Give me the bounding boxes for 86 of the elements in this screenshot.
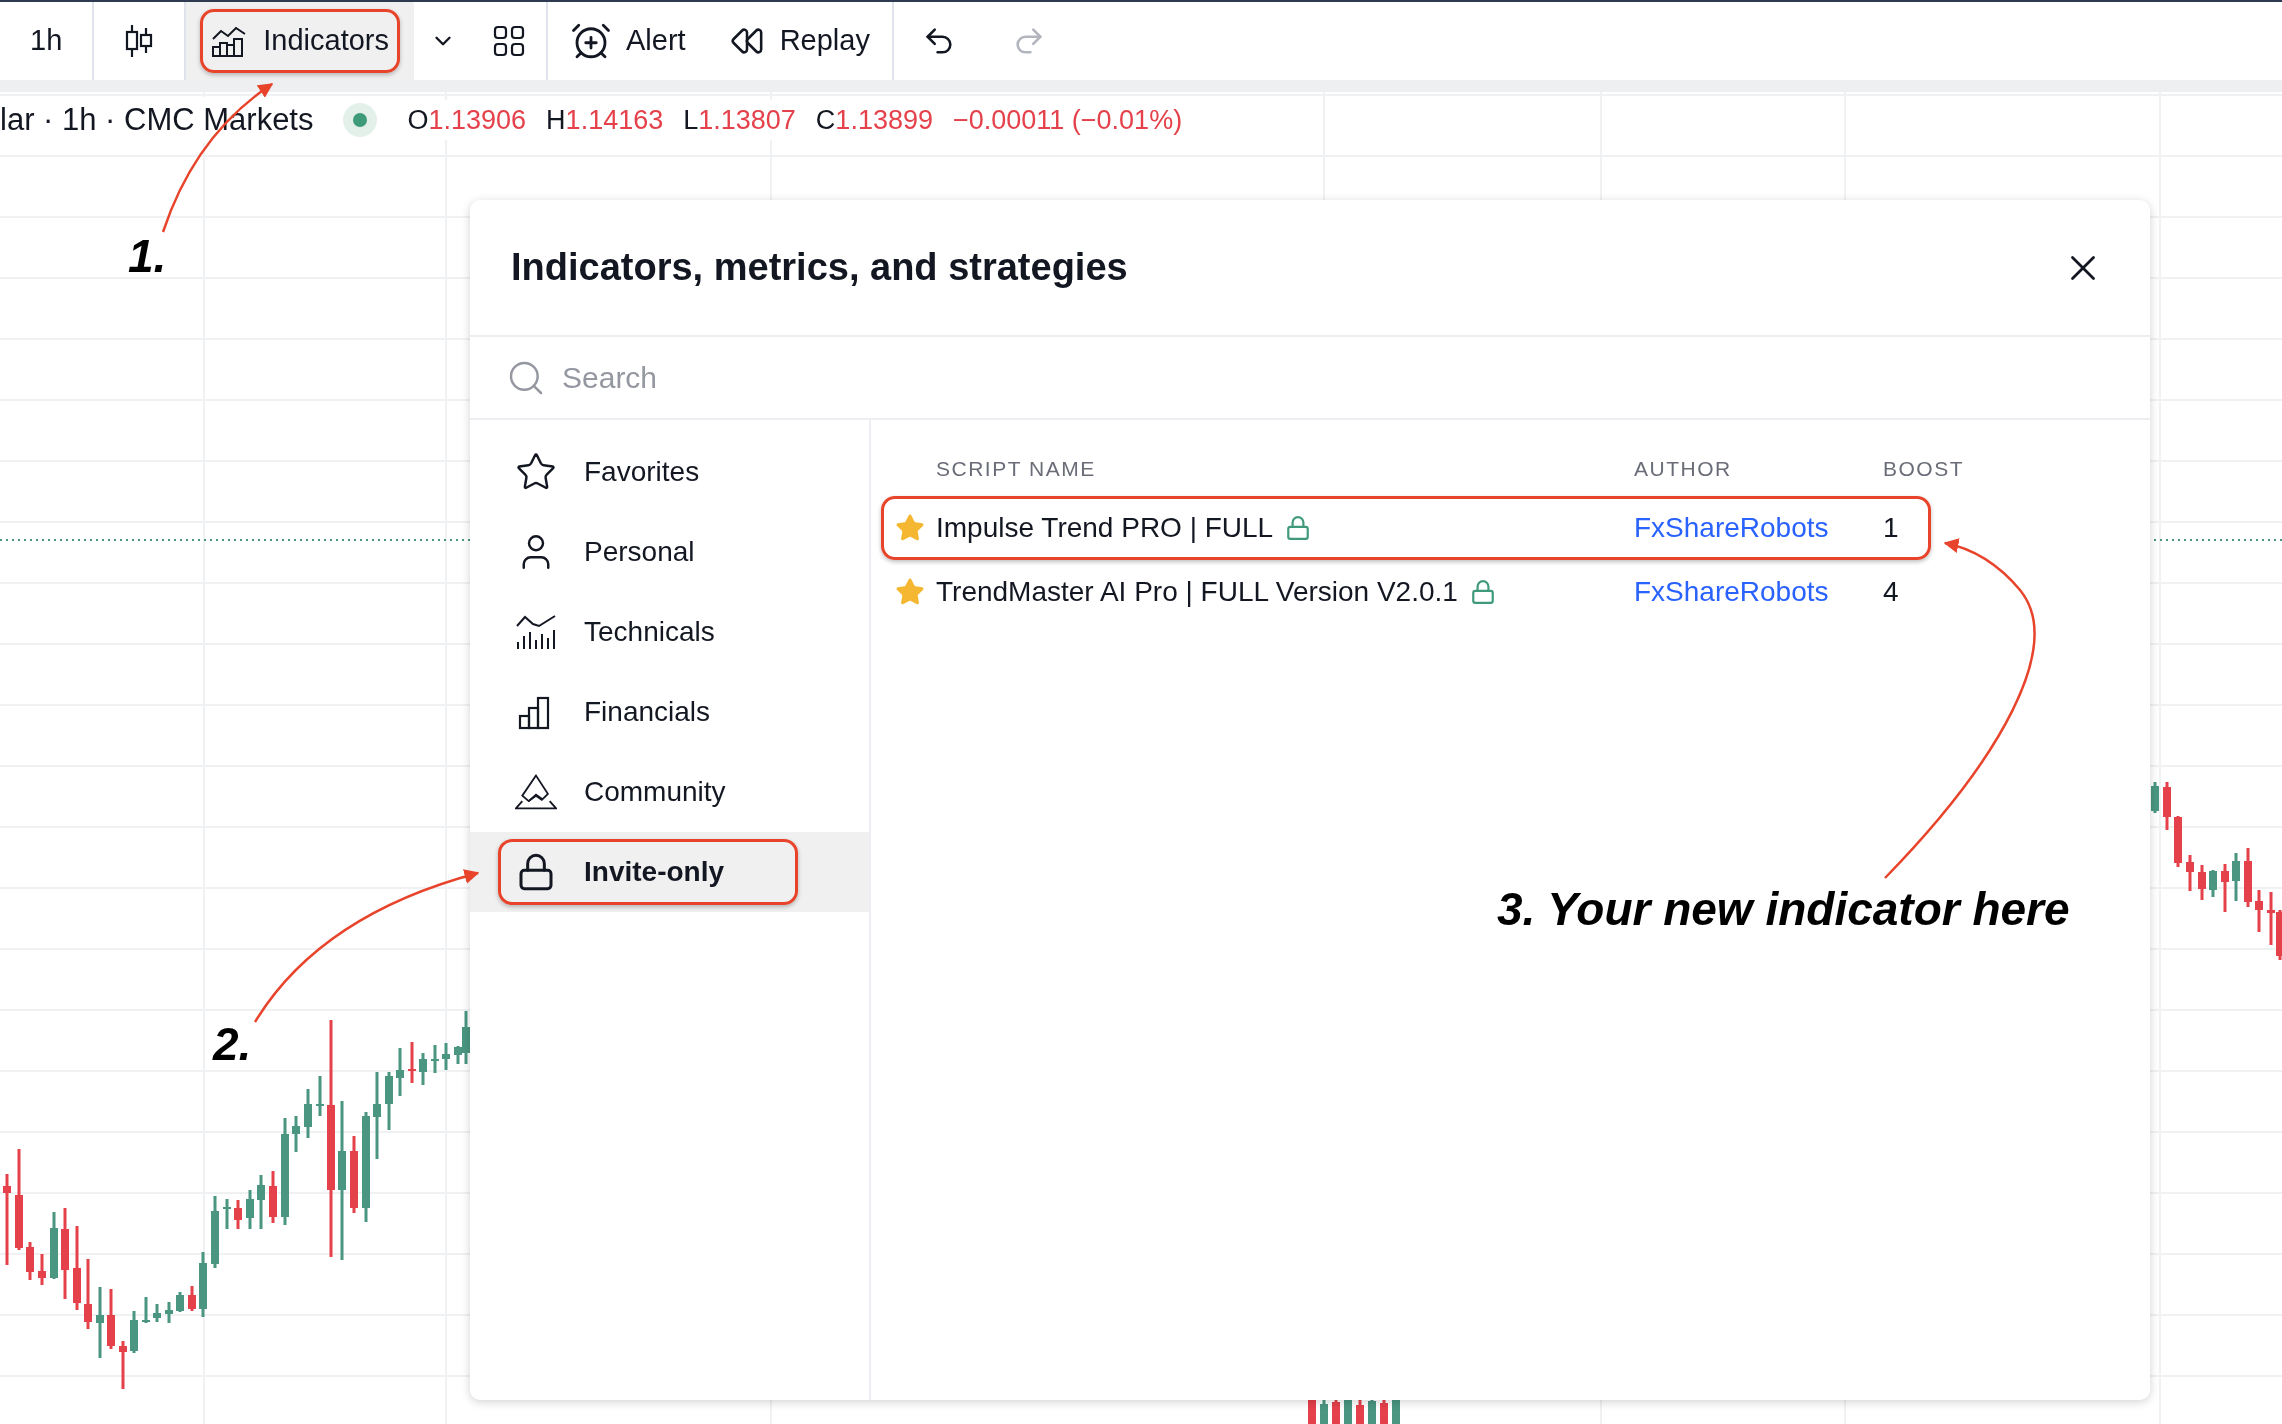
indicators-button[interactable]: Indicators [200, 9, 400, 73]
candle [211, 1196, 219, 1268]
ohlc-value: L1.13807 [683, 103, 796, 137]
column-header: AUTHOR [1634, 456, 1733, 483]
candle [431, 1045, 439, 1073]
candle [2221, 864, 2229, 912]
boost-count: 4 [1883, 575, 1899, 609]
chart-bars-icon [211, 25, 248, 57]
candle [188, 1286, 196, 1311]
candle [2244, 848, 2252, 907]
author-link[interactable]: FxShareRobots [1634, 507, 1883, 549]
category-item[interactable]: Invite-only [470, 832, 869, 912]
column-header: BOOST [1883, 456, 1964, 483]
candle [292, 1116, 300, 1152]
category-label: Invite-only [584, 855, 724, 889]
candle [442, 1043, 450, 1070]
category-item[interactable]: Financials [470, 672, 869, 752]
column-header: SCRIPT NAME [936, 456, 1097, 483]
grid-icon[interactable] [492, 24, 526, 58]
candlestick-icon[interactable] [124, 23, 155, 59]
ohlc-value: C1.13899 [815, 103, 933, 137]
candle [50, 1212, 58, 1279]
star-icon [895, 513, 925, 543]
dialog-title: Indicators, metrics, and strategies [511, 245, 1128, 290]
candle [246, 1190, 254, 1229]
category-item[interactable]: Favorites [470, 432, 869, 512]
annotation-label: 2. [213, 1017, 252, 1072]
candle [223, 1199, 231, 1229]
candle [257, 1175, 265, 1229]
script-row[interactable]: TrendMaster AI Pro | FULL Version V2.0.1 FxShareRobots 4 [881, 560, 1931, 624]
ohlc-value: H1.14163 [546, 103, 664, 137]
candle [408, 1042, 416, 1083]
interval-button[interactable]: 1h [0, 2, 93, 80]
candle [2151, 782, 2159, 813]
candle [165, 1302, 173, 1323]
candle [2198, 865, 2206, 900]
script-row[interactable]: Impulse Trend PRO | FULL FxShareRobots 1 [881, 496, 1931, 560]
annotation-label: 1. [128, 229, 167, 284]
candle [176, 1292, 184, 1312]
category-label: Personal [584, 535, 695, 569]
category-label: Favorites [584, 455, 700, 489]
candle [153, 1304, 161, 1322]
candle [419, 1053, 427, 1085]
category-item[interactable]: Personal [470, 512, 869, 592]
boost-count: 1 [1883, 511, 1899, 545]
candle [385, 1072, 393, 1130]
candle [26, 1242, 34, 1280]
ohlc-value: O1.13906 [407, 103, 527, 137]
script-name: Impulse Trend PRO | FULL [936, 511, 1274, 545]
candle [304, 1089, 312, 1138]
candle [142, 1297, 150, 1323]
script-name: TrendMaster AI Pro | FULL Version V2.0.1 [936, 575, 1458, 609]
candle [2255, 890, 2263, 932]
candle [2232, 853, 2240, 901]
candle [2174, 816, 2182, 867]
chart-bars-icon [515, 614, 557, 650]
candle [119, 1341, 127, 1389]
candle [2186, 855, 2194, 891]
star-icon [895, 577, 925, 607]
candle [2163, 782, 2171, 830]
candle [1380, 1398, 1388, 1424]
alert-button[interactable]: Alert [548, 2, 708, 80]
price-change: −0.00011 (−0.01%) [952, 103, 1183, 137]
candle [269, 1171, 277, 1223]
candle [396, 1048, 404, 1096]
candle [107, 1289, 115, 1349]
category-label: Community [584, 775, 726, 809]
category-label: Technicals [584, 615, 715, 649]
candle [1320, 1398, 1328, 1424]
candle [316, 1076, 324, 1116]
candle [1356, 1400, 1364, 1424]
category-item[interactable]: Technicals [470, 592, 869, 672]
candle [38, 1254, 46, 1285]
candle [96, 1287, 104, 1358]
candle [199, 1252, 207, 1317]
replay-button[interactable]: Replay [707, 2, 892, 80]
author-link[interactable]: FxShareRobots [1634, 571, 1883, 613]
candle [84, 1259, 92, 1329]
candle [130, 1311, 138, 1353]
category-item[interactable]: Community [470, 752, 869, 832]
mountain-icon [515, 772, 557, 812]
annotation-label: 3. Your new indicator here [1497, 882, 2070, 937]
category-label: Financials [584, 695, 711, 729]
candle [234, 1200, 242, 1229]
search-field[interactable]: Search [562, 355, 2110, 400]
candle [2209, 870, 2217, 897]
